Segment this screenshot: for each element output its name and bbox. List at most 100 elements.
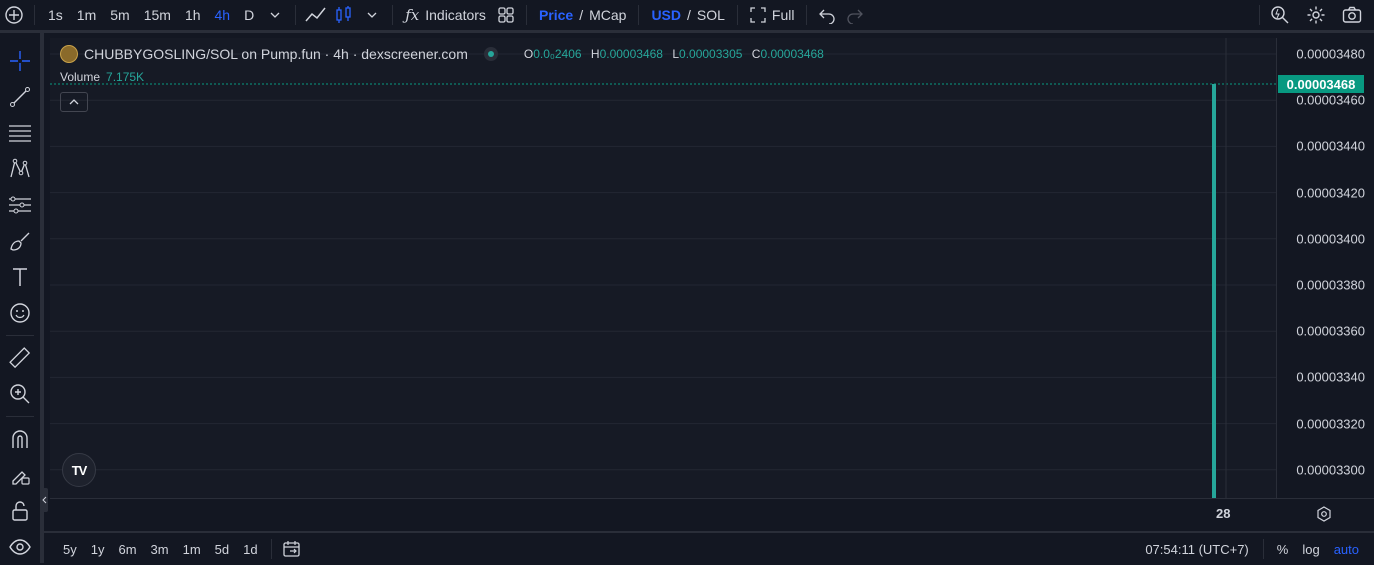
price-tick: 0.00003480 bbox=[1296, 46, 1365, 62]
go-to-date-icon[interactable] bbox=[282, 540, 302, 558]
price-tick: 0.00003440 bbox=[1296, 138, 1365, 154]
timeframe-1m[interactable]: 1m bbox=[70, 7, 103, 23]
fullscreen-icon bbox=[750, 7, 766, 23]
volume-value: 7.175K bbox=[106, 70, 145, 84]
volume-legend: Volume 7.175K bbox=[60, 70, 144, 84]
range-3m[interactable]: 3m bbox=[144, 542, 176, 557]
fib-retracement-icon[interactable] bbox=[0, 115, 40, 151]
lock-drawings-icon[interactable] bbox=[0, 457, 40, 493]
symbol-title[interactable]: CHUBBYGOSLING/SOL on Pump.fun · 4h · dex… bbox=[84, 46, 468, 62]
full-label: Full bbox=[771, 7, 795, 23]
candles-icon[interactable] bbox=[330, 1, 358, 29]
unlock-icon[interactable] bbox=[0, 493, 40, 529]
add-symbol-icon[interactable] bbox=[0, 1, 28, 29]
indicators-button[interactable]: ƒx Indicators bbox=[399, 0, 492, 30]
price-tick: 0.00003300 bbox=[1296, 462, 1365, 478]
chevron-left-icon bbox=[42, 496, 47, 504]
text-icon[interactable] bbox=[0, 259, 40, 295]
forecast-icon[interactable] bbox=[0, 187, 40, 223]
timeframe-15m[interactable]: 15m bbox=[137, 7, 178, 23]
ohlc-values: O0.0₀2406 H0.00003468 L0.00003305 C0.000… bbox=[524, 47, 830, 61]
chevron-up-icon bbox=[69, 99, 79, 105]
magnet-icon[interactable] bbox=[0, 421, 40, 457]
drawing-toolbar bbox=[0, 33, 44, 563]
bottom-toolbar: 5y 1y 6m 3m 1m 5d 1d 07:54:11 (UTC+7) % … bbox=[40, 531, 1374, 565]
close-value: 0.00003468 bbox=[760, 47, 824, 61]
token-logo-icon bbox=[60, 45, 78, 63]
high-key: H bbox=[590, 47, 600, 61]
layout-grid-icon[interactable] bbox=[492, 1, 520, 29]
chart-canvas bbox=[50, 38, 1276, 498]
price-mcap-toggle[interactable]: Price / MCap bbox=[533, 0, 633, 30]
line-chart-icon[interactable] bbox=[302, 1, 330, 29]
status-dot-icon bbox=[483, 47, 498, 61]
indicators-label: Indicators bbox=[425, 7, 486, 23]
eye-icon[interactable] bbox=[0, 529, 40, 565]
range-1m[interactable]: 1m bbox=[176, 542, 208, 557]
brush-icon[interactable] bbox=[0, 223, 40, 259]
range-1y[interactable]: 1y bbox=[84, 542, 112, 557]
open-value: 0.0₀2406 bbox=[533, 47, 582, 61]
slash-separator: / bbox=[687, 7, 691, 23]
high-value: 0.00003468 bbox=[599, 47, 663, 61]
time-tick: 28 bbox=[1216, 506, 1231, 521]
chevron-down-icon[interactable] bbox=[261, 1, 289, 29]
range-6m[interactable]: 6m bbox=[111, 542, 143, 557]
usd-option[interactable]: USD bbox=[651, 7, 681, 23]
timeframe-group: 1s 1m 5m 15m 1h 4h D bbox=[41, 0, 289, 30]
timeframe-D[interactable]: D bbox=[237, 7, 261, 23]
timeframe-4h[interactable]: 4h bbox=[208, 7, 238, 23]
price-tick: 0.00003340 bbox=[1296, 369, 1365, 385]
sol-option[interactable]: SOL bbox=[697, 7, 725, 23]
chart-pane[interactable] bbox=[50, 38, 1276, 498]
clock-timezone[interactable]: 07:54:11 (UTC+7) bbox=[1137, 542, 1256, 557]
price-tick: 0.00003460 bbox=[1296, 92, 1365, 108]
quick-search-icon[interactable] bbox=[1266, 1, 1294, 29]
price-tick: 0.00003420 bbox=[1296, 185, 1365, 201]
percent-toggle[interactable]: % bbox=[1270, 542, 1296, 557]
gear-icon[interactable] bbox=[1302, 1, 1330, 29]
timeframe-5m[interactable]: 5m bbox=[103, 7, 136, 23]
camera-icon[interactable] bbox=[1338, 1, 1366, 29]
undo-icon[interactable] bbox=[813, 1, 841, 29]
trend-line-icon[interactable] bbox=[0, 79, 40, 115]
chevron-down-icon[interactable] bbox=[358, 1, 386, 29]
volume-label: Volume bbox=[60, 70, 101, 84]
timeframe-1s[interactable]: 1s bbox=[41, 7, 70, 23]
volume-candle[interactable] bbox=[1212, 84, 1216, 498]
auto-toggle[interactable]: auto bbox=[1327, 542, 1366, 557]
fx-icon: ƒx bbox=[405, 6, 420, 24]
range-5y[interactable]: 5y bbox=[56, 542, 84, 557]
slash-separator: / bbox=[579, 7, 584, 23]
fullscreen-button[interactable]: Full bbox=[744, 0, 801, 30]
price-axis[interactable]: 0.00003480 0.00003460 0.00003440 0.00003420… bbox=[1276, 38, 1374, 498]
time-axis[interactable]: 28 bbox=[50, 498, 1374, 531]
tradingview-logo[interactable]: TV bbox=[62, 453, 96, 487]
zoom-in-icon[interactable] bbox=[0, 376, 40, 412]
collapse-legend-button[interactable] bbox=[60, 92, 88, 112]
top-toolbar: 1s 1m 5m 15m 1h 4h D ƒx Indicators Price… bbox=[0, 0, 1374, 33]
price-tick: 0.00003400 bbox=[1296, 231, 1365, 247]
pattern-icon[interactable] bbox=[0, 151, 40, 187]
range-1d[interactable]: 1d bbox=[236, 542, 264, 557]
chart-legend: CHUBBYGOSLING/SOL on Pump.fun · 4h · dex… bbox=[60, 45, 830, 63]
low-value: 0.00003305 bbox=[679, 47, 743, 61]
range-5d[interactable]: 5d bbox=[208, 542, 236, 557]
crosshair-icon[interactable] bbox=[0, 43, 40, 79]
usd-sol-toggle[interactable]: USD / SOL bbox=[645, 0, 730, 30]
tv-logo-mark: TV bbox=[71, 462, 88, 478]
price-tick: 0.00003320 bbox=[1296, 416, 1365, 432]
collapse-toolbar-handle[interactable] bbox=[40, 488, 48, 512]
mcap-option[interactable]: MCap bbox=[589, 7, 626, 23]
timeframe-1h[interactable]: 1h bbox=[178, 7, 208, 23]
low-key: L bbox=[672, 47, 680, 61]
price-tick: 0.00003380 bbox=[1296, 277, 1365, 293]
price-option[interactable]: Price bbox=[539, 7, 573, 23]
axis-settings-icon[interactable] bbox=[1316, 506, 1332, 525]
emoji-icon[interactable] bbox=[0, 295, 40, 331]
redo-icon[interactable] bbox=[841, 1, 869, 29]
log-toggle[interactable]: log bbox=[1295, 542, 1326, 557]
last-price-label: 0.00003468 bbox=[1278, 75, 1364, 93]
price-tick: 0.00003360 bbox=[1296, 323, 1365, 339]
ruler-icon[interactable] bbox=[0, 340, 40, 376]
